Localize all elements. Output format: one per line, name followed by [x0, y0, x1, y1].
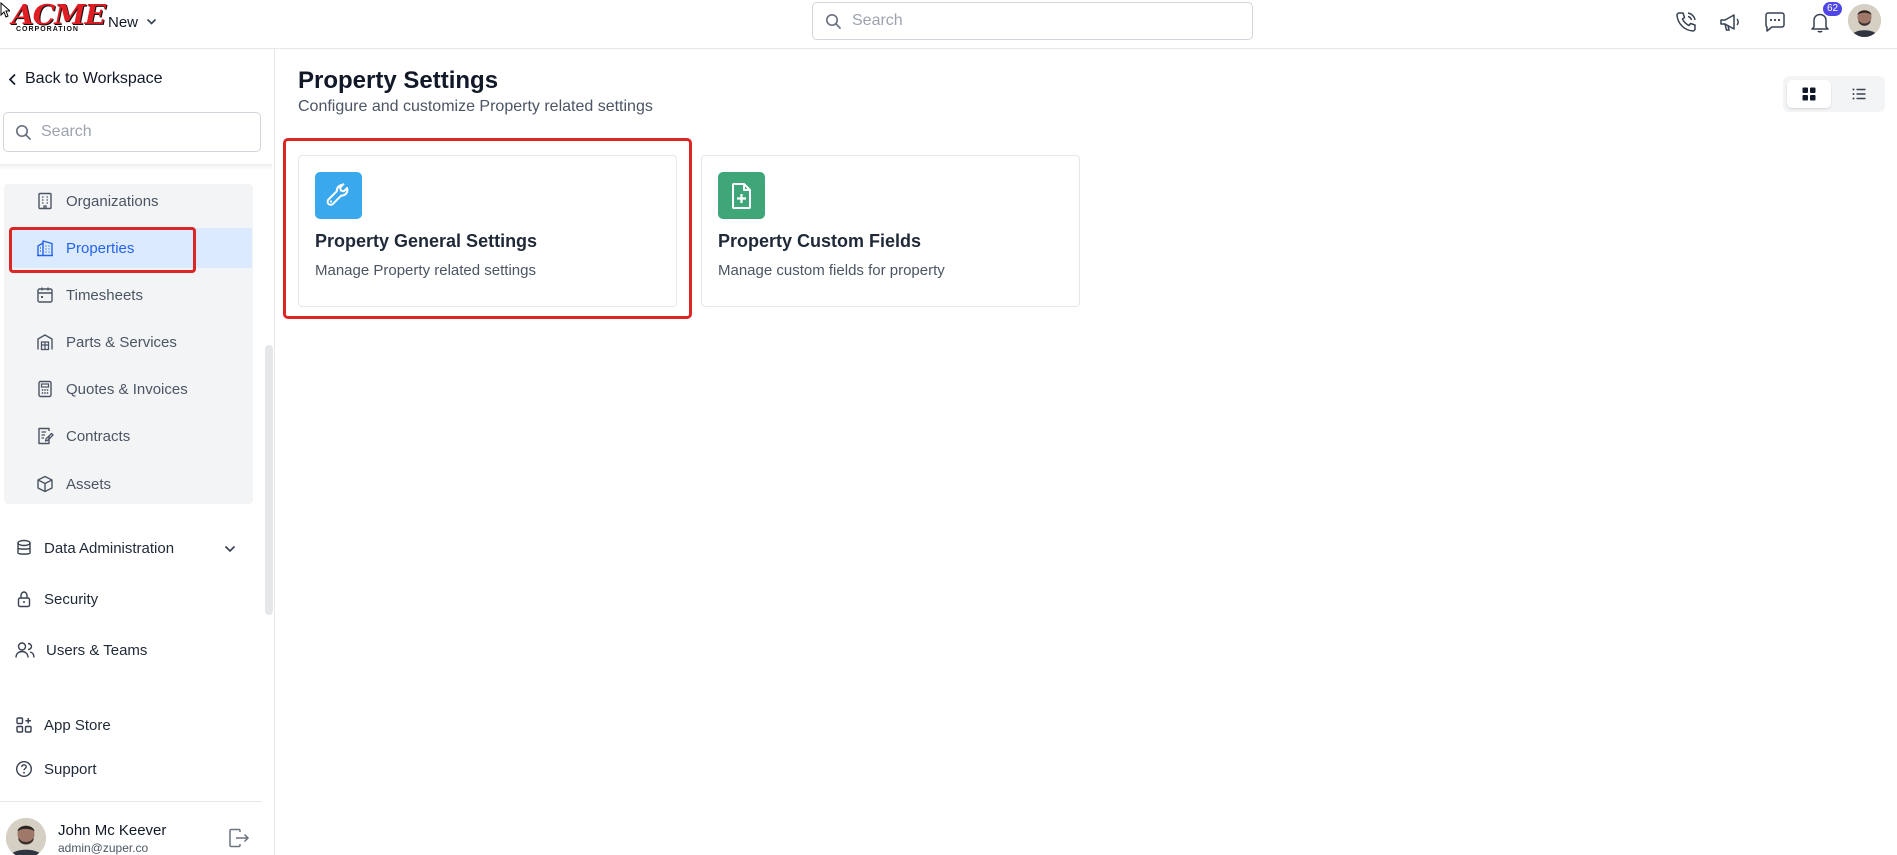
page-subtitle: Configure and customize Property related…: [298, 98, 653, 115]
sidebar-item-organizations[interactable]: Organizations: [28, 181, 248, 221]
building-icon: [38, 192, 52, 210]
sidebar-search-box[interactable]: [3, 112, 261, 152]
warehouse-icon: [37, 334, 53, 351]
chevron-down-icon: [146, 18, 157, 25]
sidebar-item-label: Users & Teams: [46, 641, 148, 659]
sidebar-item-label: Timesheets: [66, 286, 143, 304]
sidebar-item-support[interactable]: Support: [15, 754, 97, 784]
card-title: Property General Settings: [315, 231, 538, 251]
search-icon: [15, 124, 32, 140]
sidebar-item-data-administration[interactable]: Data Administration: [15, 533, 174, 563]
user-profile[interactable]: John Mc Keever admin@zuper.co: [6, 818, 261, 855]
card-title: Property Custom Fields: [718, 231, 922, 251]
lock-icon: [17, 591, 31, 608]
list-view-button[interactable]: [1837, 80, 1881, 108]
sidebar-item-users-teams[interactable]: Users & Teams: [15, 635, 147, 665]
logout-icon[interactable]: [228, 828, 250, 848]
contract-icon: [38, 427, 54, 445]
sidebar-item-label: App Store: [44, 716, 111, 734]
top-bar: ACME CORPORATION New 62: [0, 0, 1897, 49]
company-logo[interactable]: ACME CORPORATION: [6, 0, 106, 36]
global-search-input[interactable]: [852, 12, 1232, 30]
settings-sidebar: Back to Workspace Organizations Properti…: [0, 49, 275, 855]
chat-icon: [1765, 12, 1785, 32]
divider: [0, 801, 262, 802]
user-name: John Mc Keever: [58, 822, 167, 839]
list-icon: [1852, 88, 1866, 100]
avatar[interactable]: [1848, 4, 1881, 37]
users-icon: [15, 642, 35, 658]
chevron-down-icon[interactable]: [224, 545, 236, 553]
search-icon: [825, 13, 842, 29]
back-to-workspace-label: Back to Workspace: [25, 70, 163, 87]
sidebar-item-label: Contracts: [66, 427, 131, 445]
card-description: Manage custom fields for property: [718, 262, 945, 279]
cube-icon: [37, 475, 53, 493]
sidebar-item-properties[interactable]: Properties: [12, 228, 252, 268]
announcements-button[interactable]: [1717, 9, 1743, 35]
back-to-workspace-link[interactable]: Back to Workspace: [8, 70, 163, 88]
property-icon: [37, 240, 53, 257]
sidebar-item-label: Data Administration: [44, 539, 175, 557]
avatar: [6, 818, 46, 855]
logo-subtext: CORPORATION: [16, 26, 79, 33]
wrench-icon: [315, 172, 362, 219]
file-plus-icon: [718, 172, 765, 219]
sidebar-scrollbar[interactable]: [265, 345, 273, 615]
grid-icon: [1802, 87, 1816, 101]
megaphone-icon: [1720, 14, 1739, 31]
card-description: Manage Property related settings: [315, 262, 536, 279]
property-general-settings-card[interactable]: Property General Settings Manage Propert…: [298, 155, 677, 307]
sidebar-item-label: Assets: [66, 475, 112, 493]
sidebar-item-label: Security: [44, 590, 99, 608]
sidebar-item-label: Organizations: [66, 192, 159, 210]
avatar-photo: [6, 818, 46, 855]
help-icon: [15, 760, 33, 778]
sidebar-item-quotes-invoices[interactable]: Quotes & Invoices: [28, 369, 248, 409]
notifications-button[interactable]: 62: [1807, 1, 1844, 35]
database-icon: [17, 539, 31, 555]
sidebar-item-security[interactable]: Security: [15, 584, 98, 614]
phone-icon: [1676, 12, 1696, 32]
sidebar-item-label: Quotes & Invoices: [66, 380, 188, 398]
sidebar-item-app-store[interactable]: App Store: [15, 710, 111, 740]
sidebar-item-label: Parts & Services: [66, 333, 177, 351]
apps-icon: [16, 717, 32, 733]
sidebar-item-timesheets[interactable]: Timesheets: [28, 275, 248, 315]
page-title: Property Settings: [298, 67, 499, 94]
sidebar-item-label: Properties: [66, 239, 135, 257]
sidebar-item-label: Support: [44, 760, 97, 778]
divider: [0, 164, 272, 170]
sidebar-search-input[interactable]: [41, 123, 241, 141]
property-custom-fields-card[interactable]: Property Custom Fields Manage custom fie…: [701, 155, 1080, 307]
global-search-box[interactable]: [812, 2, 1253, 40]
calendar-icon: [37, 287, 53, 303]
chat-button[interactable]: [1762, 9, 1788, 35]
avatar-photo: [1848, 4, 1881, 37]
sidebar-item-assets[interactable]: Assets: [28, 464, 248, 504]
sidebar-item-contracts[interactable]: Contracts: [28, 416, 248, 456]
notification-count-badge: 62: [1822, 1, 1844, 17]
grid-view-button[interactable]: [1787, 80, 1831, 108]
chevron-left-icon: [8, 73, 16, 85]
user-email: admin@zuper.co: [58, 841, 149, 855]
sidebar-item-parts-services[interactable]: Parts & Services: [28, 322, 248, 362]
phone-button[interactable]: [1673, 9, 1699, 35]
new-button-label: New: [108, 13, 139, 31]
calculator-icon: [38, 380, 52, 398]
new-button[interactable]: New: [108, 11, 157, 33]
view-toggle: [1783, 76, 1885, 112]
